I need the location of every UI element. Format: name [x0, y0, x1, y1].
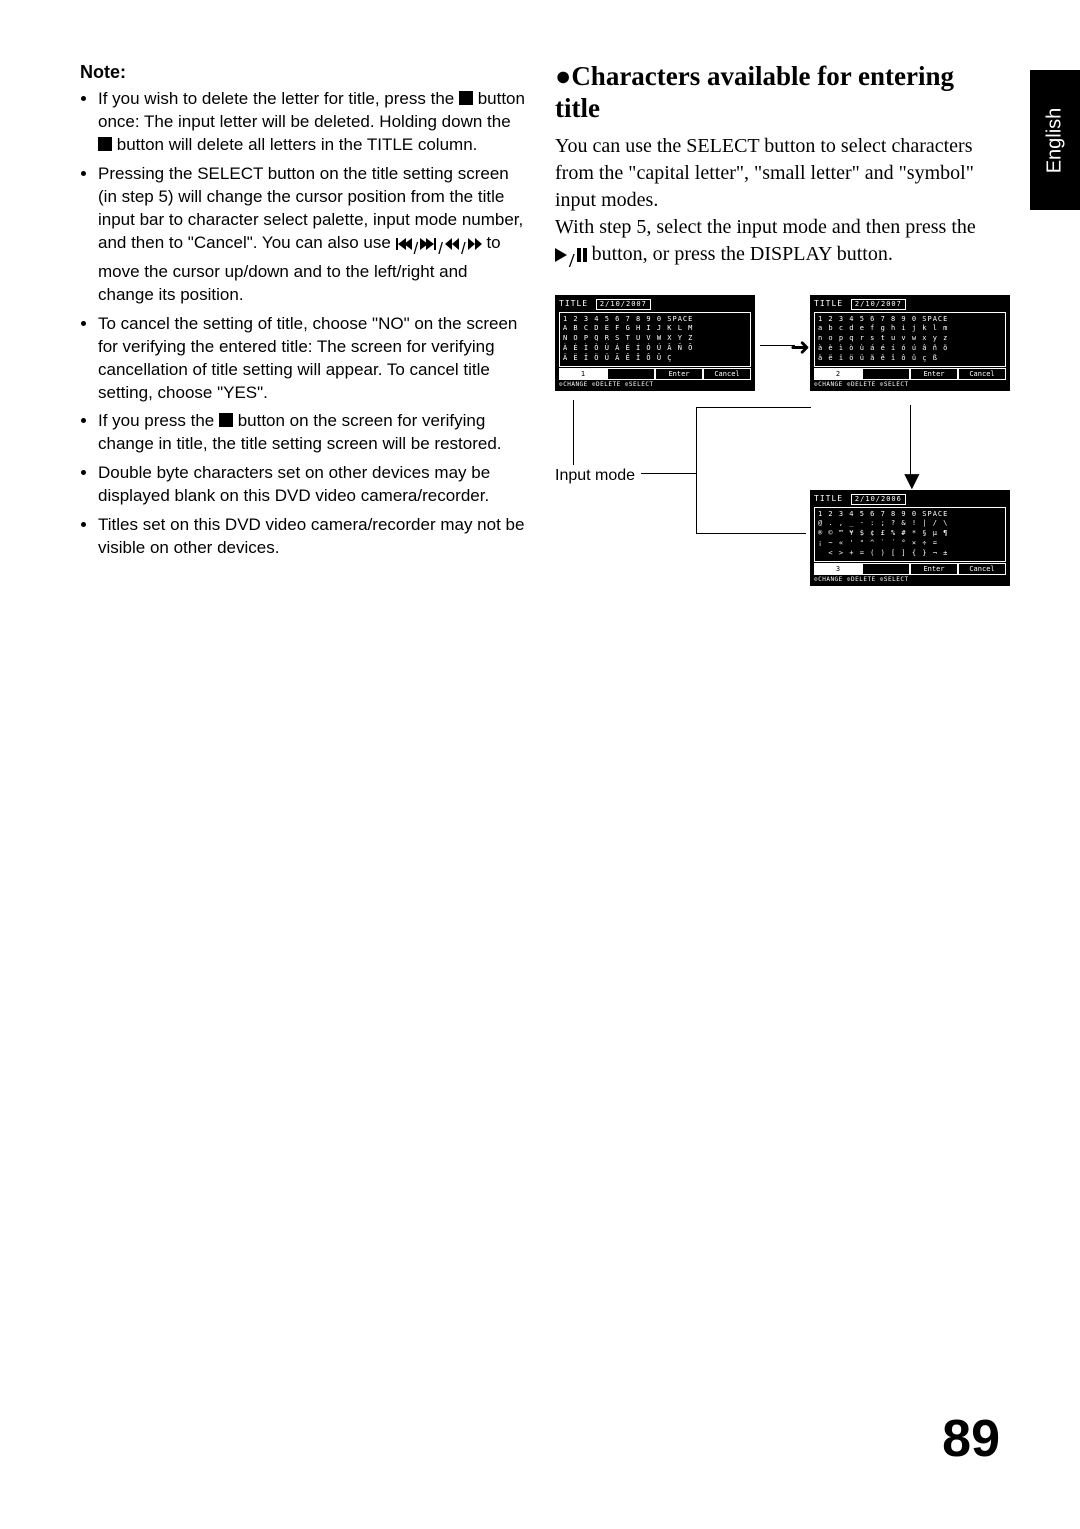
cancel-button: Cancel — [958, 563, 1006, 576]
char-grid: 1 2 3 4 5 6 7 8 9 0 SPACE A B C D E F G … — [559, 312, 751, 367]
body-fragment: button, or press the DISPLAY button. — [592, 243, 893, 265]
blank-cell — [862, 563, 910, 576]
stop-icon — [459, 91, 473, 105]
body-text: You can use the SELECT button to select … — [555, 133, 1000, 214]
note-text: button will delete all letters in the TI… — [117, 135, 478, 154]
enter-button: Enter — [655, 368, 703, 381]
leader-line — [696, 533, 806, 534]
note-item: Pressing the SELECT button on the title … — [98, 163, 525, 307]
panel-footer: 1 Enter Cancel — [559, 368, 751, 381]
mode-number: 2 — [814, 368, 862, 381]
leader-line — [573, 400, 574, 465]
note-text: Double byte characters set on other devi… — [98, 463, 490, 505]
leader-line — [696, 407, 811, 408]
help-text: ⊙CHANGE ⊙DELETE ⊙SELECT — [814, 576, 1006, 584]
note-text: If you wish to delete the letter for tit… — [98, 89, 459, 108]
panel-footer: 2 Enter Cancel — [814, 368, 1006, 381]
help-text: ⊙CHANGE ⊙DELETE ⊙SELECT — [559, 381, 751, 389]
cancel-button: Cancel — [703, 368, 751, 381]
blank-cell — [607, 368, 655, 381]
screen-diagram: TITLE 2/10/2007 1 2 3 4 5 6 7 8 9 0 SPAC… — [555, 295, 1000, 655]
note-text: Titles set on this DVD video camera/reco… — [98, 515, 524, 557]
panel-date: 2/10/2007 — [596, 299, 651, 310]
panel-symbol: TITLE 2/10/2006 1 2 3 4 5 6 7 8 9 0 SPAC… — [810, 490, 1010, 586]
blank-cell — [862, 368, 910, 381]
panel-date: 2/10/2006 — [851, 494, 906, 505]
panel-title: TITLE — [814, 299, 843, 308]
cancel-button: Cancel — [958, 368, 1006, 381]
panel-footer: 3 Enter Cancel — [814, 563, 1006, 576]
input-mode-label: Input mode — [555, 465, 635, 487]
panel-title-row: TITLE 2/10/2007 — [814, 299, 1006, 310]
note-item: To cancel the setting of title, choose "… — [98, 313, 525, 405]
panel-lowercase: TITLE 2/10/2007 1 2 3 4 5 6 7 8 9 0 SPAC… — [810, 295, 1010, 391]
panel-title: TITLE — [814, 494, 843, 503]
leader-line — [696, 473, 697, 533]
panel-date: 2/10/2007 — [851, 299, 906, 310]
note-item: Titles set on this DVD video camera/reco… — [98, 514, 525, 560]
mode-number: 3 — [814, 563, 862, 576]
arrow-right-icon: ➜ — [790, 332, 810, 364]
note-text: If you press the — [98, 411, 219, 430]
note-item: Double byte characters set on other devi… — [98, 462, 525, 508]
enter-button: Enter — [910, 368, 958, 381]
language-label: English — [1044, 107, 1067, 173]
stop-icon — [98, 137, 112, 151]
left-column: Note: If you wish to delete the letter f… — [80, 60, 525, 655]
note-item: If you press the button on the screen fo… — [98, 410, 525, 456]
arrow-down-icon: ▼ — [899, 463, 925, 498]
note-heading: Note: — [80, 60, 525, 84]
stop-icon — [219, 413, 233, 427]
enter-button: Enter — [910, 563, 958, 576]
content-columns: Note: If you wish to delete the letter f… — [80, 60, 1000, 655]
page: English Note: If you wish to delete the … — [0, 0, 1080, 1529]
body-text: With step 5, select the input mode and t… — [555, 214, 1000, 275]
transport-icons: / / / — [396, 238, 482, 261]
play-pause-icon: / — [555, 248, 587, 275]
help-text: ⊙CHANGE ⊙DELETE ⊙SELECT — [814, 381, 1006, 389]
panel-capital: TITLE 2/10/2007 1 2 3 4 5 6 7 8 9 0 SPAC… — [555, 295, 755, 391]
right-column: ●Characters available for entering title… — [555, 60, 1000, 655]
leader-line — [641, 473, 696, 474]
mode-number: 1 — [559, 368, 607, 381]
body-fragment: With step 5, select the input mode and t… — [555, 216, 976, 238]
char-grid: 1 2 3 4 5 6 7 8 9 0 SPACE a b c d e f g … — [814, 312, 1006, 367]
char-grid: 1 2 3 4 5 6 7 8 9 0 SPACE @ . , _ - : ; … — [814, 507, 1006, 562]
note-item: If you wish to delete the letter for tit… — [98, 88, 525, 157]
page-number: 89 — [942, 1409, 1000, 1469]
leader-line — [696, 407, 697, 473]
bullet-icon: ● — [555, 61, 571, 91]
note-list: If you wish to delete the letter for tit… — [80, 88, 525, 560]
panel-title-row: TITLE 2/10/2007 — [559, 299, 751, 310]
panel-title: TITLE — [559, 299, 588, 308]
language-tab: English — [1030, 70, 1080, 210]
section-heading: ●Characters available for entering title — [555, 60, 1000, 125]
note-text: To cancel the setting of title, choose "… — [98, 314, 517, 402]
heading-text: Characters available for entering title — [555, 61, 954, 123]
